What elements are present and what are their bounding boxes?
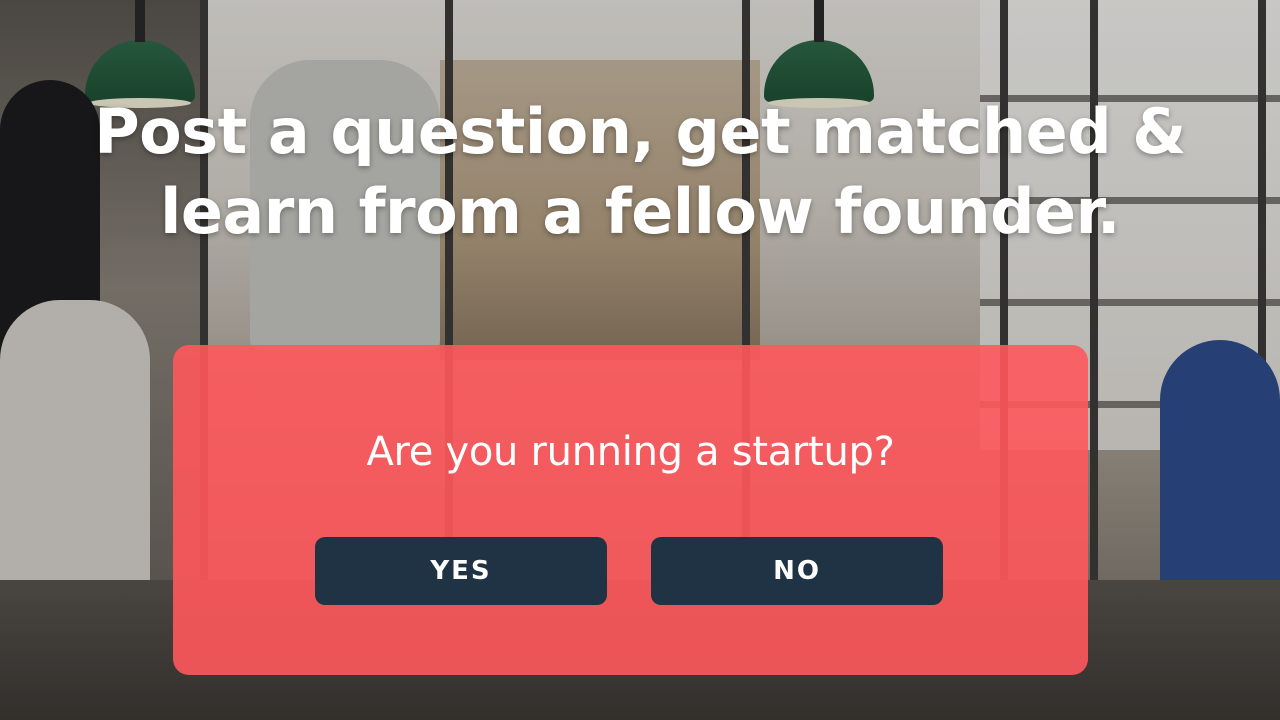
yes-button[interactable]: YES [315,537,607,605]
page-headline: Post a question, get matched & learn fro… [0,92,1280,252]
headline-line-1: Post a question, get matched & [94,95,1186,168]
question-text: Are you running a startup? [366,429,895,475]
headline-line-2: learn from a fellow founder. [160,175,1120,248]
startup-question-card: Are you running a startup? YES NO [173,345,1088,675]
no-button[interactable]: NO [651,537,943,605]
